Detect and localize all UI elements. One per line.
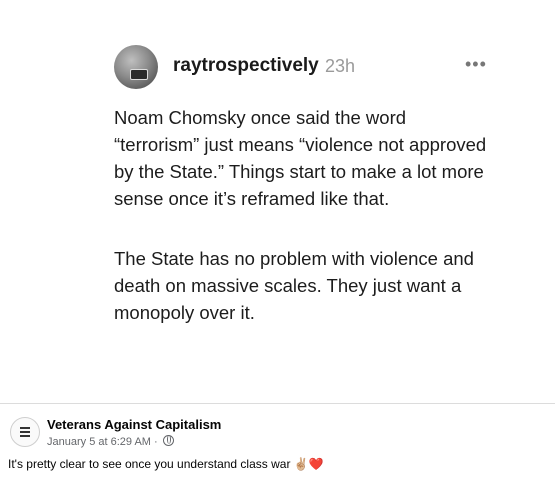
page-avatar[interactable] [10,417,40,447]
divider [0,403,555,404]
page-name[interactable]: Veterans Against Capitalism [47,417,221,432]
shared-post-image[interactable]: raytrospectively 23h ••• Noam Chomsky on… [80,25,495,335]
peace-hand-emoji: ✌🏼 [293,457,309,471]
more-horizontal-icon[interactable]: ••• [465,54,487,75]
username[interactable]: raytrospectively [173,55,319,77]
caption-text: It's pretty clear to see once you unders… [8,457,291,471]
post-time: 23h [325,56,356,76]
page-logo-icon [20,427,30,437]
post-meta: January 5 at 6:29 AM · [47,435,174,448]
post-timestamp[interactable]: January 5 at 6:29 AM [47,436,151,448]
meta-separator: · [154,436,158,448]
user-avatar[interactable] [114,45,158,89]
post-caption: It's pretty clear to see once you unders… [8,457,324,471]
globe-icon[interactable] [162,435,174,446]
post-paragraph-1: Noam Chomsky once said the word “terrori… [114,107,487,209]
post-paragraph-2: The State has no problem with violence a… [114,248,474,323]
threads-post-card: raytrospectively 23h ••• Noam Chomsky on… [80,25,495,335]
heart-emoji: ❤️ [308,457,324,471]
avatar-photo-detail [130,69,148,80]
